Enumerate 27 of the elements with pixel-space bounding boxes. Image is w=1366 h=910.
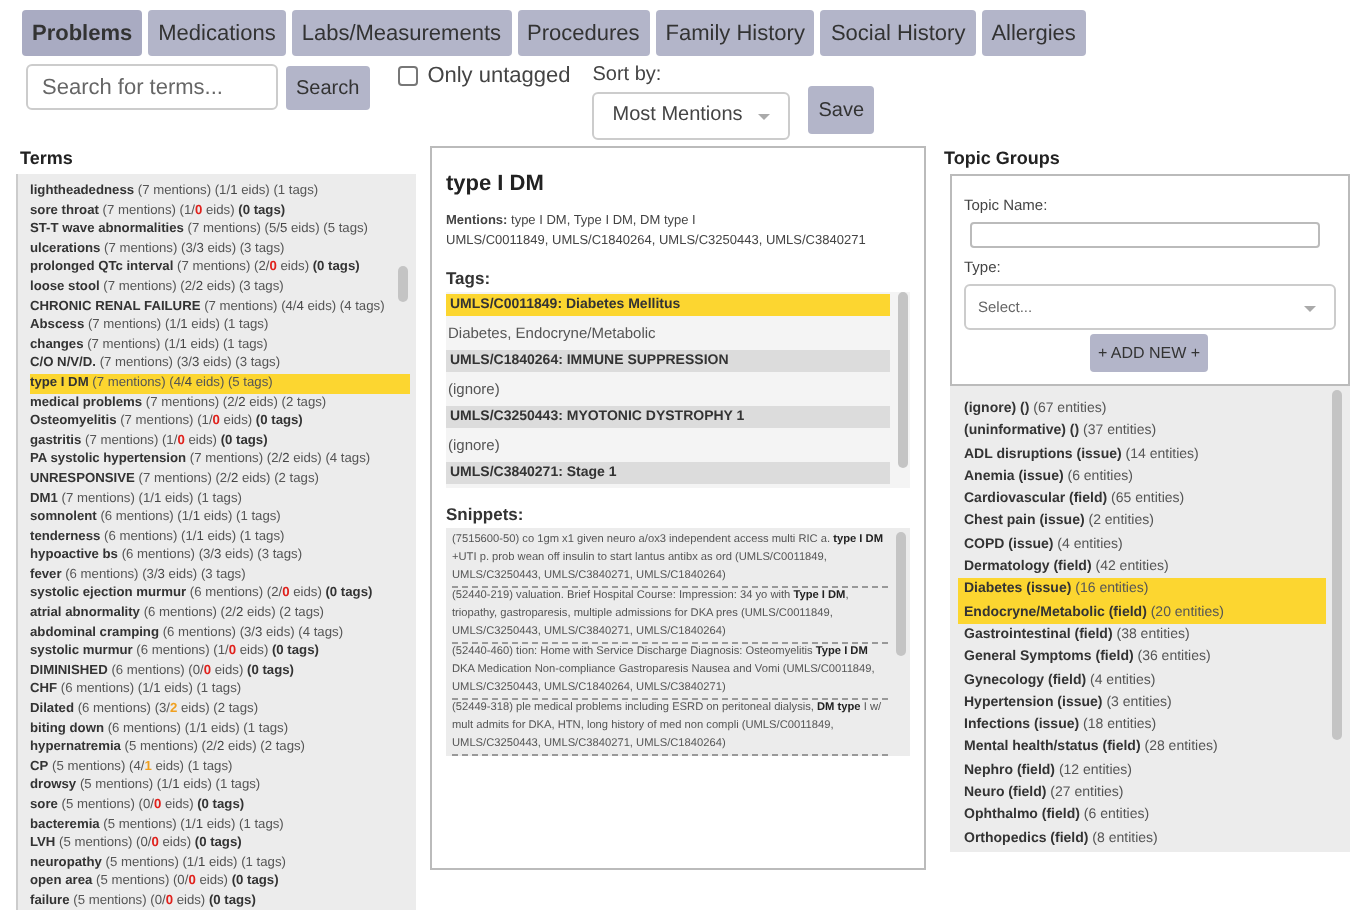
tab[interactable]: Medications [148, 10, 286, 56]
sort-select[interactable]: Most Mentions [592, 92, 791, 140]
caret-icon [1304, 306, 1316, 312]
checkbox[interactable] [397, 66, 418, 86]
scrollbar[interactable] [898, 292, 908, 468]
snippets-heading: Snippets: [446, 504, 526, 524]
search-field[interactable]: Search for terms... [26, 64, 278, 110]
tab[interactable]: Social History [820, 10, 976, 56]
tab[interactable]: Problems [22, 10, 143, 56]
scrollbar[interactable] [1332, 390, 1342, 740]
caret-icon [758, 114, 771, 120]
term-title: type I DM [446, 172, 546, 196]
sort-label: Sort by: [592, 64, 664, 86]
topic-groups-heading: Topic Groups [944, 148, 1062, 168]
save-button[interactable]: Save [808, 86, 875, 134]
tab[interactable]: Allergies [981, 10, 1086, 56]
terms-heading: Terms [20, 148, 75, 168]
checkbox-label: Only untagged [427, 64, 571, 88]
scrollbar[interactable] [398, 266, 408, 302]
add-new-button[interactable]: + ADD NEW + [1089, 334, 1209, 372]
tab[interactable]: Labs/Measurements [291, 10, 512, 56]
tab[interactable]: Procedures [517, 10, 650, 56]
topic-name-field[interactable] [970, 222, 1320, 248]
tags-heading: Tags: [446, 268, 493, 288]
scrollbar[interactable] [896, 532, 906, 656]
tab[interactable]: Family History [655, 10, 815, 56]
search-button[interactable]: Search [286, 66, 370, 110]
